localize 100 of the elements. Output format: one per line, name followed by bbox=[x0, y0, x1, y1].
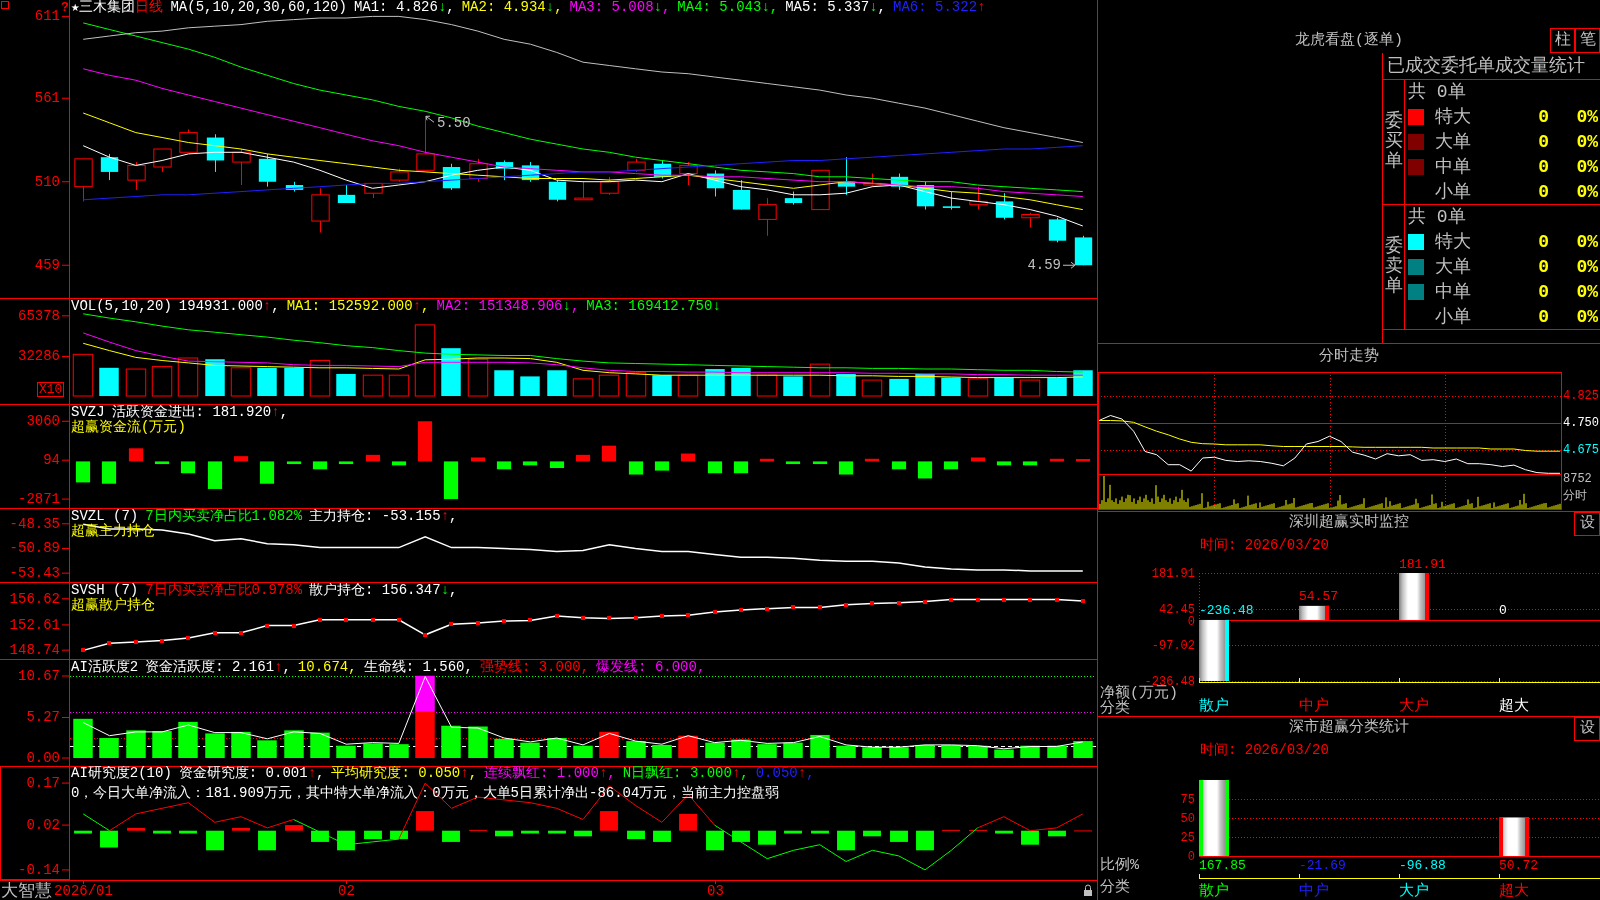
volume-bar bbox=[494, 370, 514, 397]
value-label: 54.57 bbox=[1299, 589, 1338, 605]
research-bar bbox=[416, 811, 434, 831]
axis-label: 561 bbox=[34, 90, 60, 107]
activity-bar bbox=[389, 744, 409, 758]
legend-text: MA1: 4.826↓, bbox=[353, 0, 455, 15]
volume-bar bbox=[125, 368, 147, 397]
legend-text: MA5: 5.337↓, bbox=[785, 0, 886, 15]
date-label: 2026/01 bbox=[54, 883, 113, 899]
candle bbox=[127, 161, 146, 191]
activity-bar bbox=[99, 738, 119, 758]
candle bbox=[1048, 217, 1067, 243]
candle bbox=[706, 169, 725, 197]
panel-title: 深圳超赢实时监控 bbox=[1289, 512, 1409, 533]
settings-button[interactable]: 设 bbox=[1574, 512, 1600, 536]
legend-text: MA1: 152592.000↑, bbox=[286, 299, 430, 314]
research-bar bbox=[285, 825, 303, 831]
volume-bar bbox=[625, 372, 647, 397]
activity-bar bbox=[994, 749, 1014, 758]
legend-text: SVSH (7) bbox=[71, 583, 139, 598]
point-marker bbox=[160, 639, 164, 643]
fund-flow-bar bbox=[338, 461, 354, 465]
axis-label: -50.89 bbox=[9, 540, 60, 557]
category-label: 大户 bbox=[1399, 697, 1429, 715]
research-bar bbox=[890, 830, 908, 842]
fund-flow-bar bbox=[154, 461, 170, 465]
volume-bar bbox=[362, 374, 384, 397]
indicator-subtitle: 超赢散户持仓 bbox=[71, 598, 155, 613]
volume-bar bbox=[99, 367, 119, 397]
multiplier-label: X10 bbox=[37, 382, 65, 397]
activity-bar bbox=[652, 744, 672, 758]
activity-bar bbox=[468, 726, 488, 758]
legend-text: 强势线: 3.000, bbox=[479, 660, 590, 675]
axis-label: 0 bbox=[1187, 614, 1195, 629]
candle bbox=[811, 169, 830, 211]
order-type-label: 中单 bbox=[1435, 280, 1471, 303]
research-bar bbox=[548, 830, 566, 834]
activity-bar bbox=[626, 741, 646, 758]
volume-bar bbox=[1073, 370, 1093, 397]
candle bbox=[100, 153, 119, 181]
axis-label: 42.45 bbox=[1159, 602, 1195, 617]
legend-text: MA2: 151348.906↓, bbox=[436, 299, 580, 314]
candle bbox=[206, 133, 225, 173]
fund-flow-bar bbox=[259, 461, 275, 484]
panel-title: 分时走势 bbox=[1319, 346, 1379, 367]
indicator-subtitle: 超赢资金流(万元) bbox=[71, 420, 186, 435]
legend-text: 爆发线: 6.000, bbox=[596, 660, 706, 675]
point-marker bbox=[344, 618, 348, 622]
volume-bar bbox=[309, 359, 331, 397]
candle bbox=[732, 179, 751, 211]
settings-button[interactable]: 设 bbox=[1574, 717, 1600, 741]
research-bar bbox=[1021, 830, 1039, 845]
date-label: 02 bbox=[338, 883, 355, 899]
fund-flow-bar bbox=[128, 448, 144, 462]
axis-label: 156.62 bbox=[9, 590, 60, 607]
candle bbox=[600, 176, 619, 196]
point-marker bbox=[397, 618, 401, 622]
legend-text: 连续飘红: 1.000↑, bbox=[484, 766, 616, 781]
side-label: 委卖单 bbox=[1384, 237, 1403, 297]
activity-bar bbox=[889, 747, 909, 758]
legend-text: 7日内买卖净占比0.978% bbox=[145, 583, 303, 598]
order-percent: 0% bbox=[1576, 155, 1598, 178]
research-bar bbox=[232, 827, 250, 831]
candle bbox=[837, 156, 856, 196]
fund-flow-bar bbox=[1075, 459, 1091, 462]
axis-label: 4.675 bbox=[1563, 442, 1599, 457]
axis-label: 32286 bbox=[18, 348, 60, 365]
axis-label: -2871 bbox=[18, 491, 60, 508]
candle bbox=[916, 181, 935, 211]
value-label: 181.91 bbox=[1399, 556, 1446, 572]
research-bar bbox=[100, 830, 118, 848]
research-bar bbox=[1048, 830, 1066, 837]
activity-bar bbox=[126, 730, 146, 758]
candle bbox=[258, 153, 277, 188]
activity-bar bbox=[1073, 741, 1093, 758]
category-label: 大户 bbox=[1399, 882, 1429, 900]
fund-flow-bar bbox=[838, 461, 854, 475]
research-bar bbox=[600, 811, 618, 831]
volume-bar bbox=[941, 377, 961, 397]
legend-text: MA2: 4.934↓, bbox=[461, 0, 563, 15]
order-total: 共 0单 bbox=[1408, 82, 1466, 102]
research-bar bbox=[837, 830, 855, 851]
order-percent: 0% bbox=[1576, 280, 1598, 303]
volume-bar bbox=[889, 378, 909, 397]
activity-bar bbox=[1020, 745, 1040, 758]
toolbar-button[interactable]: 笔 bbox=[1575, 28, 1600, 53]
fund-flow-bar bbox=[628, 461, 644, 475]
toolbar-button[interactable]: 柱 bbox=[1550, 28, 1575, 53]
axis-label: 75 bbox=[1180, 792, 1195, 807]
legend-text: SVZL (7) bbox=[71, 509, 139, 524]
fund-flow-bar bbox=[496, 461, 512, 470]
fund-flow-bar bbox=[891, 461, 907, 470]
fund-flow-bar bbox=[575, 454, 591, 462]
axis-label: 8752 bbox=[1563, 472, 1592, 486]
axis-label: 50 bbox=[1180, 811, 1195, 826]
candle bbox=[521, 161, 540, 183]
activity-bar bbox=[599, 731, 619, 758]
order-count: 0 bbox=[1538, 180, 1549, 203]
point-marker bbox=[371, 618, 375, 622]
candle bbox=[863, 173, 882, 188]
